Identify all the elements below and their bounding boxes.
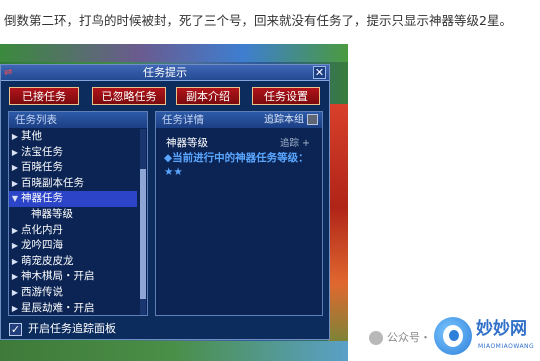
collapse-arrow-icon: ▼ bbox=[11, 194, 19, 204]
brand-logo: 妙妙网 MIAOMIAOWANG bbox=[434, 315, 538, 359]
scrollbar-thumb[interactable] bbox=[140, 169, 146, 299]
tracking-panel-toggle[interactable]: ✓ 开启任务追踪面板 bbox=[9, 322, 116, 336]
wechat-icon bbox=[369, 331, 383, 345]
scene-side-decoration bbox=[328, 104, 348, 361]
brand-name: 妙妙网 bbox=[476, 319, 527, 339]
list-item-pet-dragon[interactable]: ▶ 萌宠皮皮龙 bbox=[9, 254, 137, 270]
list-item-label: 萌宠皮皮龙 bbox=[21, 254, 74, 267]
task-list: ▶ 其他 ▶ 法宝任务 ▶ 百晓任务 ▶ 百晓副本任务 ▼ 神器任务 神器等级 ▶ 点化内丹… bbox=[9, 129, 137, 316]
task-detail-panel: 任务详情 追踪本组 神器等级 追踪 + ◆当前进行中的神器任务等级：★★ bbox=[155, 111, 323, 316]
scene-top-decoration bbox=[0, 44, 348, 62]
list-item-label: 西游传说 bbox=[21, 285, 63, 298]
track-group-toggle[interactable]: 追踪本组 bbox=[264, 114, 318, 127]
list-item-label: 百晓副本任务 bbox=[21, 176, 84, 189]
task-progress-text: ◆当前进行中的神器任务等级：★★ bbox=[164, 152, 309, 178]
list-item-dianhua[interactable]: ▶ 点化内丹 bbox=[9, 223, 137, 239]
close-button[interactable]: ✕ bbox=[313, 66, 326, 79]
list-item-label: 其他 bbox=[21, 130, 42, 142]
expand-arrow-icon: ▶ bbox=[11, 303, 19, 313]
check-icon[interactable]: ✓ bbox=[9, 322, 22, 336]
task-list-panel: 任务列表 ▶ 其他 ▶ 法宝任务 ▶ 百晓任务 ▶ 百晓副本任务 ▼ 神器任务 神器等级 … bbox=[8, 111, 148, 316]
list-item-other[interactable]: ▶ 其他 bbox=[9, 129, 137, 145]
expand-arrow-icon: ▶ bbox=[11, 241, 19, 251]
task-list-header: 任务列表 bbox=[9, 112, 147, 128]
list-item-label: 神木棋局・开启 bbox=[21, 270, 95, 283]
list-item-shenmu[interactable]: ▶ 神木棋局・开启 bbox=[9, 269, 137, 285]
ignored-tasks-button[interactable]: 已忽略任务 bbox=[92, 87, 166, 105]
window-titlebar[interactable]: ⇌ 任务提示 ✕ bbox=[1, 65, 329, 81]
list-item-label: 百晓任务 bbox=[21, 161, 63, 174]
list-item-baixiao[interactable]: ▶ 百晓任务 bbox=[9, 160, 137, 176]
game-scene: ⇌ 任务提示 ✕ 已接任务 已忽略任务 副本介绍 任务设置 任务列表 ▶ 其他 ▶… bbox=[0, 44, 348, 361]
scene-bottom-decoration bbox=[0, 341, 348, 361]
expand-arrow-icon: ▶ bbox=[11, 287, 19, 297]
list-item-label: 法宝任务 bbox=[21, 145, 63, 158]
track-group-checkbox[interactable] bbox=[307, 114, 318, 125]
expand-arrow-icon: ▶ bbox=[11, 132, 19, 141]
list-item-xingchen[interactable]: ▶ 星辰劫难・开启 bbox=[9, 301, 137, 317]
expand-arrow-icon: ▶ bbox=[11, 147, 19, 157]
wechat-watermark: 公众号・ bbox=[369, 331, 431, 345]
dungeon-intro-button[interactable]: 副本介绍 bbox=[176, 87, 240, 105]
logo-mark-dot bbox=[449, 330, 459, 341]
track-task-button[interactable]: 追踪 + bbox=[280, 135, 310, 149]
list-item-artifact-level[interactable]: 神器等级 bbox=[9, 207, 137, 223]
task-list-scrollbar[interactable] bbox=[140, 129, 146, 315]
task-settings-button[interactable]: 任务设置 bbox=[252, 87, 320, 105]
list-item-artifact[interactable]: ▼ 神器任务 bbox=[9, 191, 137, 207]
list-item-label: 神器任务 bbox=[21, 192, 63, 205]
wechat-label: 公众号・ bbox=[387, 331, 431, 344]
list-item-longyin[interactable]: ▶ 龙吟四海 bbox=[9, 238, 137, 254]
brand-subtitle: MIAOMIAOWANG bbox=[478, 343, 535, 350]
expand-arrow-icon: ▶ bbox=[11, 256, 19, 266]
tracking-panel-label: 开启任务追踪面板 bbox=[28, 322, 116, 335]
list-item-label: 龙吟四海 bbox=[21, 239, 63, 252]
expand-arrow-icon: ▶ bbox=[11, 163, 19, 173]
list-item-label: 神器等级 bbox=[31, 207, 73, 220]
list-item-baixiao-dungeon[interactable]: ▶ 百晓副本任务 bbox=[9, 176, 137, 192]
window-title: 任务提示 bbox=[143, 66, 187, 79]
track-group-label: 追踪本组 bbox=[264, 114, 304, 126]
expand-arrow-icon: ▶ bbox=[11, 178, 19, 188]
task-hint-window: ⇌ 任务提示 ✕ 已接任务 已忽略任务 副本介绍 任务设置 任务列表 ▶ 其他 ▶… bbox=[0, 64, 330, 340]
list-item-label: 星辰劫难・开启 bbox=[21, 301, 95, 314]
task-name: 神器等级 bbox=[166, 137, 208, 149]
caption-text: 倒数第二环，打鸟的时候被封，死了三个号，回来就没有任务了，提示只显示神器等级2星… bbox=[4, 13, 512, 28]
expand-arrow-icon: ▶ bbox=[11, 225, 19, 235]
accepted-tasks-button[interactable]: 已接任务 bbox=[9, 87, 79, 105]
task-detail-header-label: 任务详情 bbox=[162, 114, 204, 126]
list-item-label: 点化内丹 bbox=[21, 223, 63, 236]
list-item-xiyou[interactable]: ▶ 西游传说 bbox=[9, 285, 137, 301]
task-detail-header: 任务详情 追踪本组 bbox=[156, 112, 322, 128]
expand-arrow-icon: ▶ bbox=[11, 272, 19, 282]
tab-button-row: 已接任务 已忽略任务 副本介绍 任务设置 bbox=[9, 87, 325, 107]
list-item-fabao[interactable]: ▶ 法宝任务 bbox=[9, 145, 137, 161]
